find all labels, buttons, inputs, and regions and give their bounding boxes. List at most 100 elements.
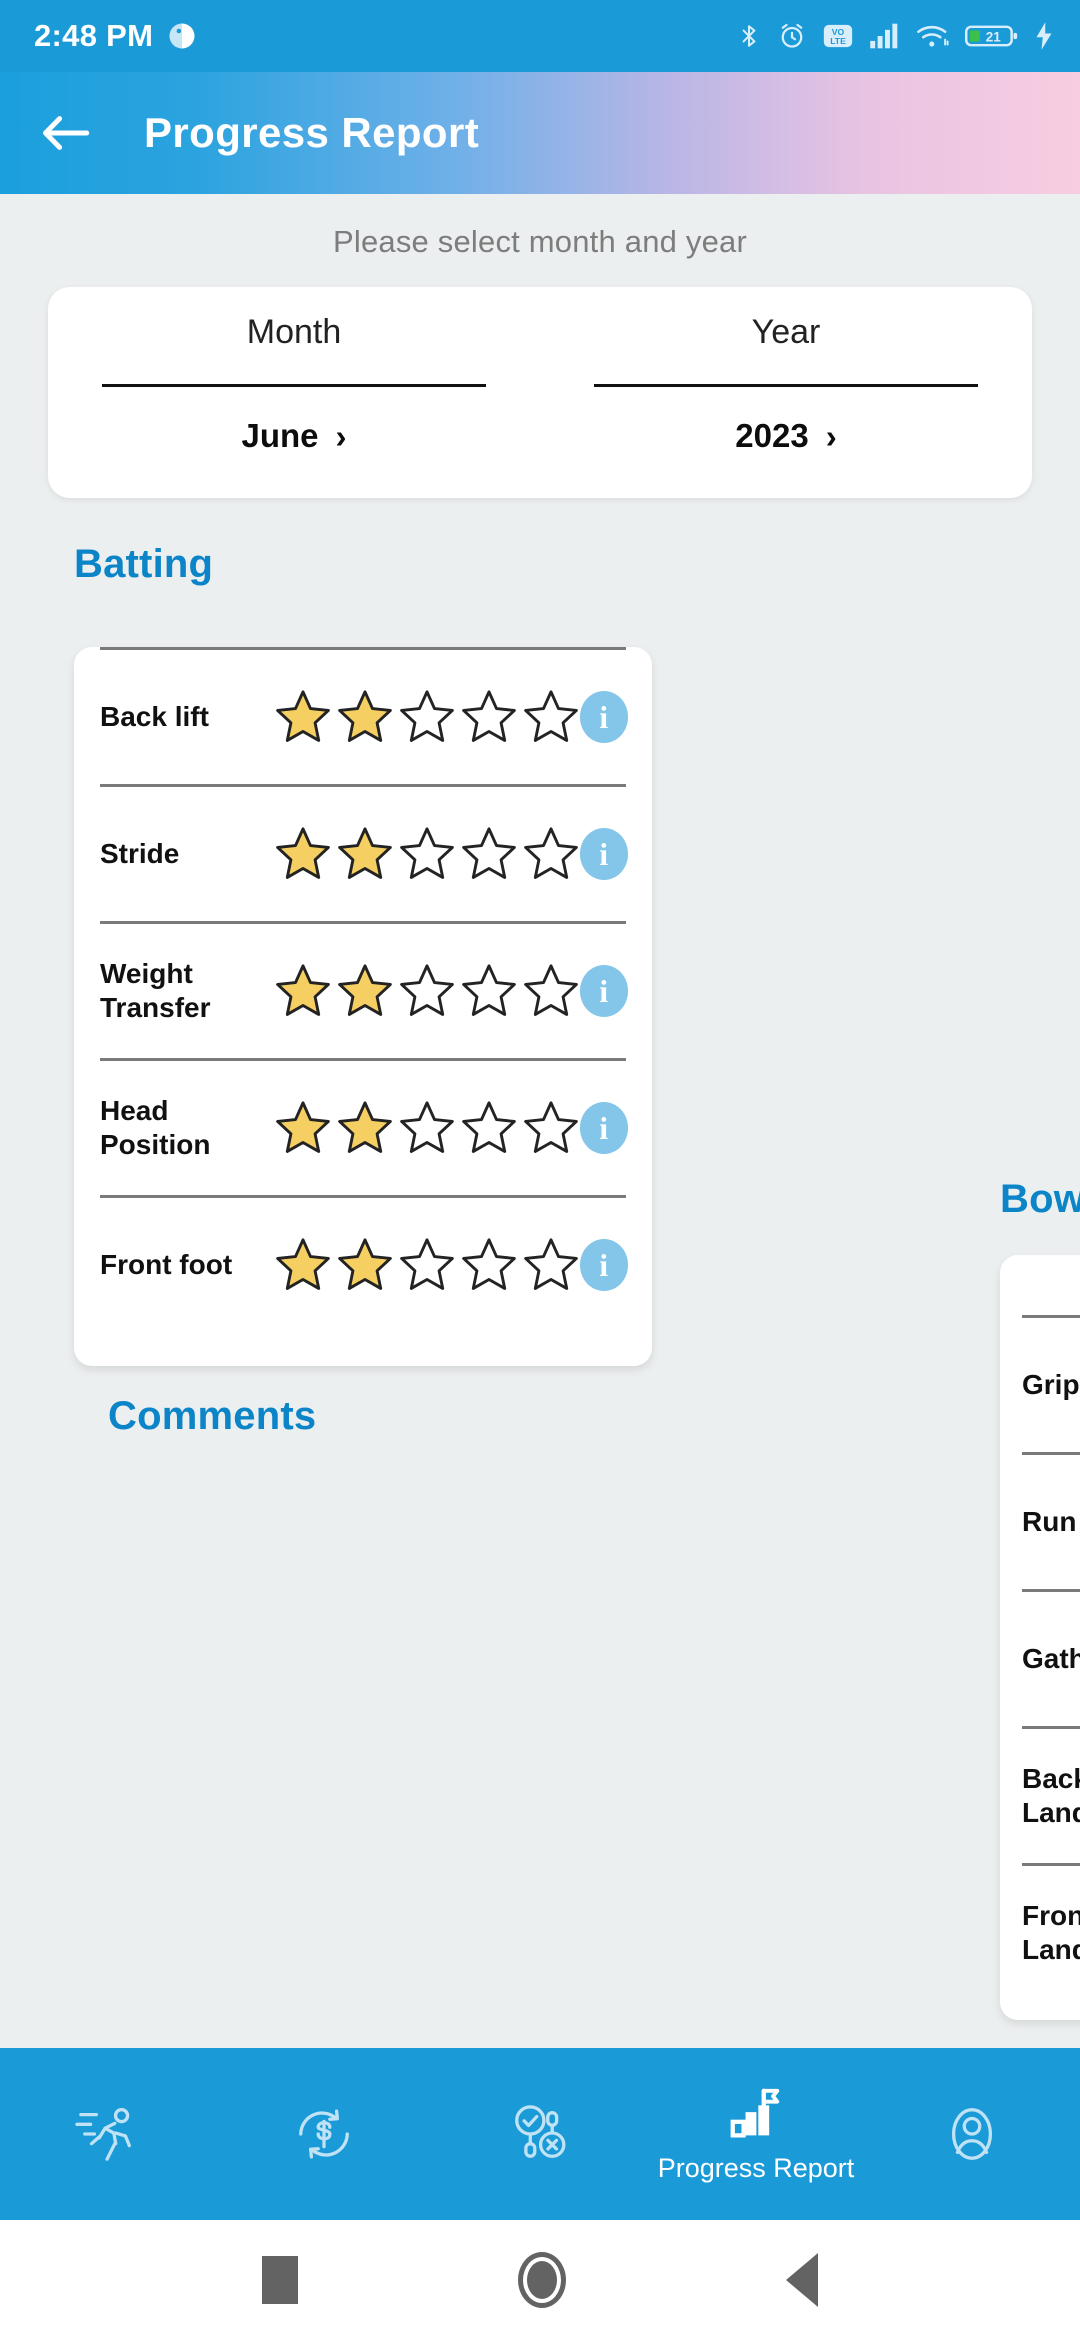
row-label: Head Position bbox=[100, 1094, 211, 1160]
row-label: Weight Transfer bbox=[100, 957, 211, 1023]
star-empty-icon[interactable] bbox=[522, 1099, 580, 1157]
year-underline bbox=[594, 384, 978, 387]
star-empty-icon[interactable] bbox=[460, 688, 518, 746]
month-value: June bbox=[241, 417, 319, 454]
star-empty-icon[interactable] bbox=[460, 962, 518, 1020]
month-underline bbox=[102, 384, 486, 387]
table-row[interactable]: Front foot i bbox=[74, 1198, 652, 1332]
table-row[interactable]: Grip bbox=[1000, 1318, 1080, 1452]
year-value-row[interactable]: 2023 › bbox=[735, 417, 836, 455]
running-icon bbox=[75, 2107, 131, 2161]
scroll-content[interactable]: Please select month and year Month June … bbox=[0, 194, 1080, 2048]
star-filled-icon[interactable] bbox=[274, 1099, 332, 1157]
star-filled-icon[interactable] bbox=[274, 688, 332, 746]
year-value: 2023 bbox=[735, 417, 809, 454]
nav-item-payments[interactable] bbox=[216, 2048, 432, 2220]
star-filled-icon[interactable] bbox=[336, 1099, 394, 1157]
weather-icon bbox=[169, 23, 195, 49]
table-row[interactable]: Weight Transfer i bbox=[74, 924, 652, 1058]
square-icon[interactable] bbox=[262, 2256, 298, 2304]
battery-percent-text: 21 bbox=[986, 29, 1002, 44]
section-title-bowling: Bowling bbox=[1000, 1177, 1080, 1221]
month-picker[interactable]: Month June › bbox=[48, 287, 540, 498]
star-empty-icon[interactable] bbox=[398, 1099, 456, 1157]
svg-text:LTE: LTE bbox=[830, 36, 846, 46]
table-row[interactable]: Front foot Landing bbox=[1000, 1866, 1080, 2000]
star-empty-icon[interactable] bbox=[398, 688, 456, 746]
row-label: Front foot bbox=[100, 1248, 233, 1280]
bottom-navigation: Progress Report bbox=[0, 2048, 1080, 2220]
battery-icon: 21 bbox=[965, 25, 1018, 47]
row-label: Back lift bbox=[100, 700, 209, 732]
table-row[interactable]: Stride i bbox=[74, 787, 652, 921]
info-icon[interactable]: i bbox=[579, 691, 628, 743]
back-button[interactable] bbox=[38, 105, 94, 161]
alarm-icon bbox=[781, 23, 803, 48]
star-empty-icon[interactable] bbox=[522, 962, 580, 1020]
info-icon[interactable]: i bbox=[579, 828, 628, 880]
wifi-icon bbox=[917, 25, 949, 47]
star-filled-icon[interactable] bbox=[274, 1236, 332, 1294]
star-filled-icon[interactable] bbox=[336, 825, 394, 883]
nav-item-profile[interactable] bbox=[864, 2048, 1080, 2220]
user-avatar-icon bbox=[951, 2108, 993, 2160]
nav-item-fitness[interactable] bbox=[0, 2048, 216, 2220]
rating-cards-row: Back lift i Stride i Weight Transfer i H… bbox=[0, 647, 1080, 2020]
info-icon[interactable]: i bbox=[579, 1102, 628, 1154]
year-picker[interactable]: Year 2023 › bbox=[540, 287, 1032, 498]
table-row[interactable]: Back lift i bbox=[74, 650, 652, 784]
section-title-batting: Batting bbox=[74, 542, 214, 586]
info-icon[interactable]: i bbox=[579, 965, 628, 1017]
section-title-comments: Comments bbox=[108, 1394, 317, 1438]
bluetooth-icon bbox=[742, 25, 756, 47]
charging-icon bbox=[1036, 22, 1052, 50]
star-empty-icon[interactable] bbox=[460, 825, 518, 883]
batting-rating-card: Back lift i Stride i Weight Transfer i H… bbox=[74, 647, 652, 1366]
row-label: Gather bbox=[1022, 1642, 1080, 1674]
star-empty-icon[interactable] bbox=[522, 825, 580, 883]
status-time: 2:48 PM bbox=[34, 18, 154, 53]
row-label: Run up bbox=[1022, 1505, 1080, 1537]
star-filled-icon[interactable] bbox=[274, 825, 332, 883]
table-row[interactable]: Gather bbox=[1000, 1592, 1080, 1726]
star-empty-icon[interactable] bbox=[398, 825, 456, 883]
month-year-picker: Month June › Year 2023 › bbox=[48, 287, 1032, 498]
info-icon[interactable]: i bbox=[579, 1239, 628, 1291]
row-label: Back foot Landing bbox=[1022, 1762, 1080, 1828]
arrow-left-icon bbox=[43, 116, 90, 150]
row-label: Grip bbox=[1022, 1368, 1080, 1400]
nav-item-progress-report[interactable]: Progress Report bbox=[648, 2048, 864, 2220]
star-empty-icon[interactable] bbox=[398, 1236, 456, 1294]
year-label: Year bbox=[751, 313, 821, 351]
star-filled-icon[interactable] bbox=[336, 688, 394, 746]
star-filled-icon[interactable] bbox=[336, 1236, 394, 1294]
star-empty-icon[interactable] bbox=[398, 962, 456, 1020]
volte-icon: VO LTE bbox=[823, 24, 853, 48]
bowling-rating-card[interactable]: Grip Run up Gather Back foot Landing Fro… bbox=[1000, 1255, 1080, 2020]
chevron-right-icon: › bbox=[825, 417, 837, 455]
star-empty-icon[interactable] bbox=[522, 1236, 580, 1294]
table-row[interactable]: Run up bbox=[1000, 1455, 1080, 1589]
star-rating[interactable] bbox=[274, 1099, 580, 1157]
select-check-icon bbox=[515, 2105, 566, 2158]
chevron-right-icon: › bbox=[335, 417, 347, 455]
table-row[interactable]: Back foot Landing bbox=[1000, 1729, 1080, 1863]
star-rating[interactable] bbox=[274, 825, 580, 883]
progress-chart-icon bbox=[730, 2088, 780, 2138]
circle-icon[interactable] bbox=[518, 2252, 566, 2308]
star-empty-icon[interactable] bbox=[460, 1099, 518, 1157]
nav-item-selection[interactable] bbox=[432, 2048, 648, 2220]
triangle-back-icon[interactable] bbox=[786, 2253, 818, 2307]
month-value-row[interactable]: June › bbox=[241, 417, 346, 455]
star-filled-icon[interactable] bbox=[274, 962, 332, 1020]
home-dot bbox=[527, 2261, 557, 2299]
table-row[interactable]: Head Position i bbox=[74, 1061, 652, 1195]
star-rating[interactable] bbox=[274, 1236, 580, 1294]
star-empty-icon[interactable] bbox=[522, 688, 580, 746]
status-bar-right: VO LTE 21 bbox=[736, 21, 1054, 51]
star-filled-icon[interactable] bbox=[336, 962, 394, 1020]
star-rating[interactable] bbox=[274, 962, 580, 1020]
star-rating[interactable] bbox=[274, 688, 580, 746]
star-empty-icon[interactable] bbox=[460, 1236, 518, 1294]
status-bar-left: 2:48 PM bbox=[34, 18, 197, 54]
